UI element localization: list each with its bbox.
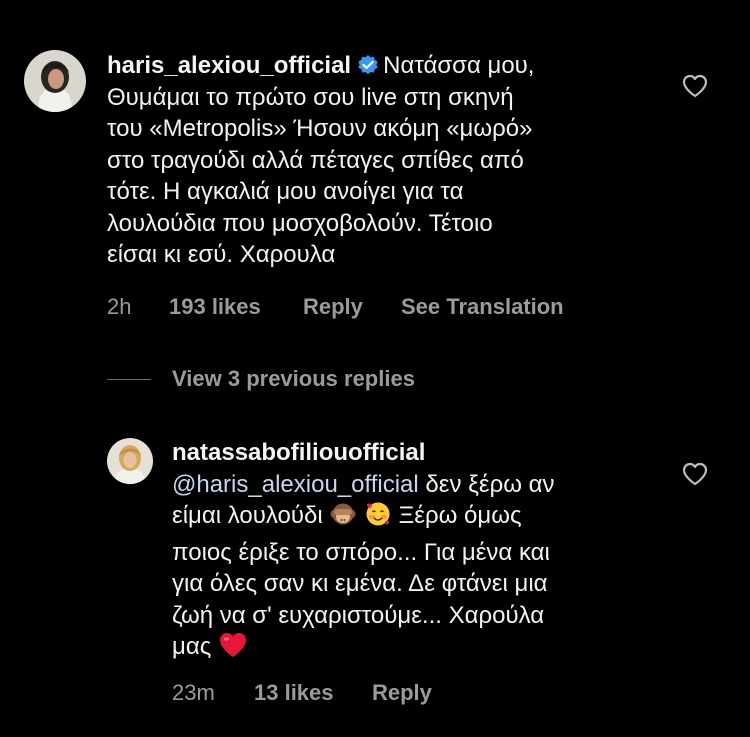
comment-line: Θυμάμαι το πρώτο σου live στη σκηνή [107,83,514,111]
comment-line: Ξέρω όμως [398,502,522,529]
comment-text: natassabofiliouofficial @haris_alexiou_o… [172,437,652,668]
verified-badge-icon [357,53,379,75]
likes-count[interactable]: 193 likes [169,294,303,320]
timestamp: 2h [107,294,132,319]
reply-button[interactable]: Reply [372,680,432,706]
username[interactable]: haris_alexiou_official [107,52,351,79]
comment-line: Νατάσσα μου, [383,52,535,79]
comment-line: στο τραγούδι αλλά πέταγες σπίθες από [107,146,524,174]
reply-button[interactable]: Reply [303,294,401,320]
likes-count[interactable]: 13 likes [254,680,372,706]
comment-line: δεν ξέρω αν [418,470,555,498]
like-heart-icon[interactable] [682,462,708,486]
comment-meta: 2h 193 likes Reply See Translation [107,294,564,320]
comment-meta: 23m 13 likes Reply [172,680,432,706]
like-heart-icon[interactable] [682,74,708,98]
replies-divider [107,379,151,380]
username[interactable]: natassabofiliouofficial [172,437,652,469]
timestamp: 23m [172,680,215,705]
comment-line: ποιος έριξε το σπόρο... Για μένα και [172,538,550,566]
see-no-evil-monkey-icon [329,500,357,537]
comment-line: ζωή να σ' ευχαριστούμε... Χαρούλα [172,601,545,629]
avatar[interactable] [107,438,153,484]
red-heart-icon [218,631,248,668]
comment-line: τότε. Η αγκαλιά μου ανοίγει για τα [107,178,464,205]
comment-line: είμαι λουλούδι [172,502,323,529]
comment-line: λουλούδια που μοσχοβολούν. Τέτοιο [107,209,493,237]
smiling-face-with-hearts-icon [364,500,392,537]
comment-line: του «Metropolis» Ήσουν ακόμη «μωρό» [107,115,533,142]
comment-line: είσαι κι εσύ. Χαρουλα [107,241,336,268]
comment-line: για όλες σαν κι εμένα. Δε φτάνει μια [172,570,548,597]
mention-link[interactable]: @haris_alexiou_official [172,471,419,498]
see-translation-button[interactable]: See Translation [401,294,564,320]
comment-text: haris_alexiou_official Νατάσσα μου, Θυμάμ… [107,50,667,271]
comment-line: μας [172,633,212,660]
avatar[interactable] [24,50,86,112]
view-previous-replies-button[interactable]: View 3 previous replies [172,366,415,392]
